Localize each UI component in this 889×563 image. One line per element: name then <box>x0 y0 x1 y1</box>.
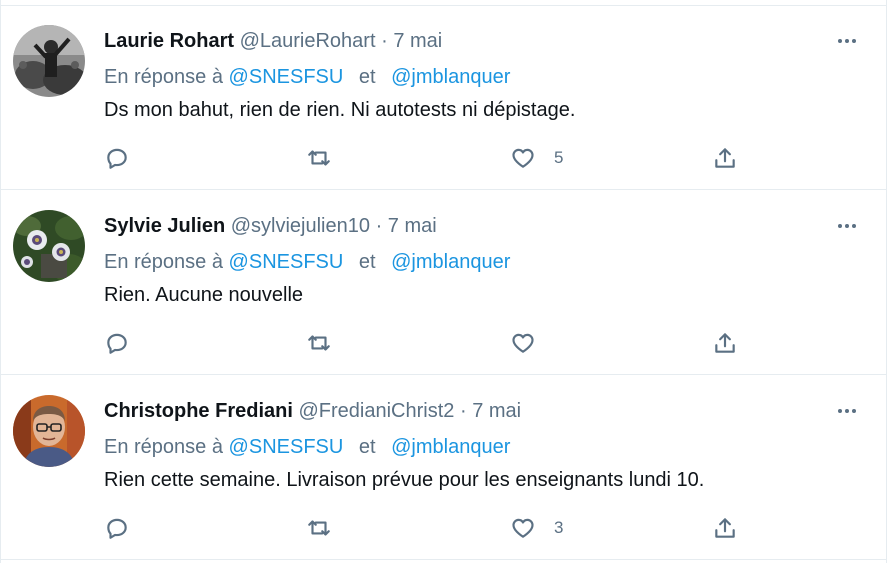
like-button[interactable]: 5 <box>510 143 563 173</box>
heart-outline-icon <box>512 148 534 168</box>
tweet-text: Rien cette semaine. Livraison prévue pou… <box>104 469 705 491</box>
tweet-text: Ds mon bahut, rien de rien. Ni autotests… <box>104 99 576 121</box>
share-upload-icon <box>715 518 735 538</box>
tweet-actions: 5 <box>1 143 886 173</box>
mention-link[interactable]: @jmblanquer <box>391 436 510 458</box>
like-button[interactable] <box>510 328 554 358</box>
tweet-item[interactable]: Sylvie Julien @sylviejulien10 · 7 mai En… <box>1 191 886 375</box>
reply-button[interactable] <box>104 143 130 173</box>
more-horizontal-icon <box>838 409 856 413</box>
share-button[interactable] <box>712 513 738 543</box>
reply-prefix: En réponse à <box>104 251 223 273</box>
retweet-arrows-icon <box>308 335 330 351</box>
more-options-button[interactable] <box>834 213 860 239</box>
tweet-thread: Laurie Rohart @LaurieRohart · 7 mai En r… <box>0 0 887 563</box>
avatar[interactable] <box>13 210 85 282</box>
reply-context: En réponse à @SNESFSU et @jmblanquer <box>104 249 510 275</box>
mention-link[interactable]: @SNESFSU <box>229 436 344 458</box>
author-handle[interactable]: @sylviejulien10 <box>231 215 370 237</box>
tweet-date[interactable]: 7 mai <box>472 400 521 422</box>
separator: · <box>375 215 383 237</box>
retweet-arrows-icon <box>308 520 330 536</box>
more-options-button[interactable] <box>834 398 860 424</box>
reply-join: et <box>358 436 376 458</box>
reply-join: et <box>358 66 376 88</box>
reply-prefix: En réponse à <box>104 66 223 88</box>
tweet-item[interactable]: Christophe Frediani @FredianiChrist2 · 7… <box>1 376 886 560</box>
avatar-photo <box>13 395 85 467</box>
avatar[interactable] <box>13 395 85 467</box>
mention-link[interactable]: @jmblanquer <box>391 251 510 273</box>
speech-bubble-icon <box>107 148 127 169</box>
author-handle[interactable]: @FredianiChrist2 <box>298 400 454 422</box>
speech-bubble-icon <box>107 333 127 354</box>
reply-context: En réponse à @SNESFSU et @jmblanquer <box>104 64 510 90</box>
retweet-arrows-icon <box>308 150 330 166</box>
like-count: 5 <box>554 148 564 167</box>
mention-link[interactable]: @SNESFSU <box>229 66 344 88</box>
more-horizontal-icon <box>838 224 856 228</box>
tweet-item[interactable]: Laurie Rohart @LaurieRohart · 7 mai En r… <box>1 6 886 190</box>
share-upload-icon <box>715 148 735 168</box>
author-name[interactable]: Sylvie Julien <box>104 215 225 237</box>
author-name[interactable]: Christophe Frediani <box>104 400 293 422</box>
like-count: 3 <box>554 518 564 537</box>
author-name[interactable]: Laurie Rohart <box>104 30 234 52</box>
heart-outline-icon <box>512 518 534 538</box>
reply-prefix: En réponse à <box>104 436 223 458</box>
tweet-date[interactable]: 7 mai <box>393 30 442 52</box>
speech-bubble-icon <box>107 518 127 539</box>
share-button[interactable] <box>712 328 738 358</box>
tweet-header: Sylvie Julien @sylviejulien10 · 7 mai <box>104 213 437 239</box>
share-upload-icon <box>715 333 735 353</box>
avatar-photo <box>13 210 85 282</box>
avatar[interactable] <box>13 25 85 97</box>
reply-join: et <box>358 251 376 273</box>
more-horizontal-icon <box>838 39 856 43</box>
like-button[interactable]: 3 <box>510 513 563 543</box>
tweet-header: Laurie Rohart @LaurieRohart · 7 mai <box>104 28 442 54</box>
retweet-button[interactable] <box>306 513 332 543</box>
heart-outline-icon <box>512 333 534 353</box>
reply-context: En réponse à @SNESFSU et @jmblanquer <box>104 434 510 460</box>
separator: · <box>459 400 467 422</box>
tweet-text: Rien. Aucune nouvelle <box>104 284 304 306</box>
avatar-photo <box>13 25 85 97</box>
mention-link[interactable]: @SNESFSU <box>229 251 344 273</box>
tweet-header: Christophe Frediani @FredianiChrist2 · 7… <box>104 398 521 424</box>
share-button[interactable] <box>712 143 738 173</box>
author-handle[interactable]: @LaurieRohart <box>240 30 376 52</box>
retweet-button[interactable] <box>306 143 332 173</box>
tweet-actions <box>1 328 886 358</box>
tweet-actions: 3 <box>1 513 886 543</box>
mention-link[interactable]: @jmblanquer <box>391 66 510 88</box>
retweet-button[interactable] <box>306 328 332 358</box>
tweet-date[interactable]: 7 mai <box>388 215 437 237</box>
separator: · <box>381 30 388 52</box>
reply-button[interactable] <box>104 328 130 358</box>
reply-button[interactable] <box>104 513 130 543</box>
more-options-button[interactable] <box>834 28 860 54</box>
